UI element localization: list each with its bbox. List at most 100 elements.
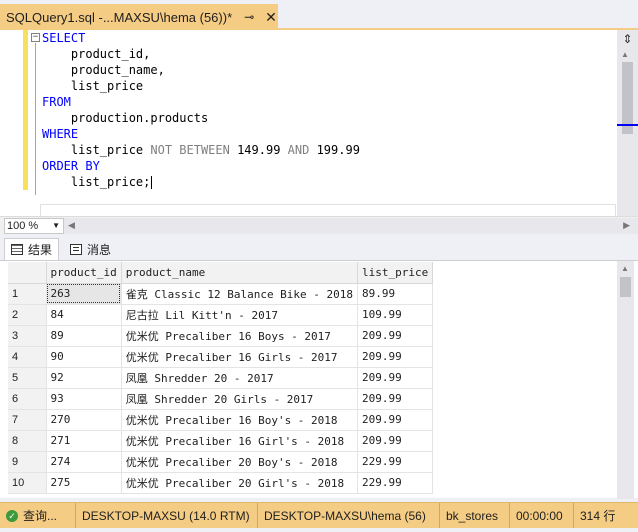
cell-product-name[interactable]: 凤凰 Shredder 20 - 2017 <box>121 367 359 389</box>
column-header-product-id[interactable]: product_id <box>46 262 122 284</box>
cell-list-price[interactable]: 209.99 <box>357 430 434 452</box>
row-number[interactable]: 6 <box>8 388 47 410</box>
cell-list-price[interactable]: 229.99 <box>357 451 434 473</box>
scroll-up-icon[interactable]: ▲ <box>621 50 629 59</box>
cell-list-price[interactable]: 209.99 <box>357 409 434 431</box>
sql-code[interactable]: SELECT product_id, product_name, list_pr… <box>42 30 360 190</box>
elapsed-time: 00:00:00 <box>510 502 574 529</box>
query-tab-title: SQLQuery1.sql -...MAXSU\hema (56))* <box>6 9 233 25</box>
window-bottom-edge <box>0 528 638 532</box>
cell-product-id[interactable]: 84 <box>46 304 122 326</box>
table-row[interactable]: 3 89 优米优 Precaliber 16 Boys - 2017 209.99 <box>8 325 434 347</box>
editor-vertical-scrollbar[interactable]: ⇕ ▲ <box>617 30 638 216</box>
code-line[interactable]: FROM <box>42 94 360 110</box>
cell-product-id[interactable]: 274 <box>46 451 122 473</box>
sql-number: 149.99 <box>229 143 288 157</box>
code-line[interactable]: production.products <box>42 110 360 126</box>
row-number[interactable]: 8 <box>8 430 47 452</box>
cell-product-id[interactable]: 89 <box>46 325 122 347</box>
sql-text: list_price <box>42 79 144 93</box>
results-vertical-scrollbar[interactable]: ▲ <box>617 261 634 499</box>
row-number[interactable]: 1 <box>8 283 47 305</box>
code-line[interactable]: list_price; <box>42 174 360 190</box>
cell-list-price[interactable]: 209.99 <box>357 367 434 389</box>
code-line[interactable]: ORDER BY <box>42 158 360 174</box>
close-icon[interactable]: ✕ <box>264 9 278 26</box>
server-info: DESKTOP-MAXSU (14.0 RTM) <box>76 502 258 529</box>
status-bar: ✓ 查询... DESKTOP-MAXSU (14.0 RTM) DESKTOP… <box>0 502 638 529</box>
scroll-right-icon[interactable]: ▶ <box>623 220 630 231</box>
cell-product-name[interactable]: 凤凰 Shredder 20 Girls - 2017 <box>121 388 359 410</box>
pin-icon[interactable]: ⊸ <box>242 10 256 24</box>
row-number[interactable]: 10 <box>8 472 47 494</box>
code-line[interactable]: WHERE <box>42 126 360 142</box>
sql-keyword: ORDER BY <box>42 159 100 173</box>
code-line[interactable]: list_price <box>42 78 360 94</box>
row-number[interactable]: 5 <box>8 367 47 389</box>
tab-messages[interactable]: 消息 <box>64 238 117 260</box>
row-number[interactable]: 2 <box>8 304 47 326</box>
cell-product-name[interactable]: 优米优 Precaliber 16 Boys - 2017 <box>121 325 359 347</box>
code-line[interactable]: product_id, <box>42 46 360 62</box>
cell-product-id[interactable]: 92 <box>46 367 122 389</box>
row-number[interactable]: 4 <box>8 346 47 368</box>
grid-corner[interactable] <box>8 262 47 284</box>
text-caret <box>151 176 153 189</box>
table-row[interactable]: 10 275 优米优 Precaliber 20 Girl's - 2018 229.… <box>8 472 434 494</box>
code-line[interactable]: list_price NOT BETWEEN 149.99 AND 199.99 <box>42 142 360 158</box>
sql-keyword: SELECT <box>42 31 86 45</box>
grid-icon <box>11 244 23 255</box>
cell-product-name[interactable]: 优米优 Precaliber 20 Girl's - 2018 <box>121 472 359 494</box>
cell-list-price[interactable]: 209.99 <box>357 325 434 347</box>
cell-list-price[interactable]: 89.99 <box>357 283 434 305</box>
cell-list-price[interactable]: 209.99 <box>357 346 434 368</box>
outline-line <box>35 43 36 195</box>
collapse-icon[interactable]: − <box>31 33 40 42</box>
tab-results[interactable]: 结果 <box>4 238 60 260</box>
cell-product-id[interactable]: 271 <box>46 430 122 452</box>
table-row[interactable]: 4 90 优米优 Precaliber 16 Girls - 2017 209.99 <box>8 346 434 368</box>
column-header-product-name[interactable]: product_name <box>121 262 359 284</box>
column-header-list-price[interactable]: list_price <box>357 262 434 284</box>
results-grid: product_id product_name list_price 1 263 雀… <box>8 262 434 494</box>
table-row[interactable]: 2 84 尼古拉 Lil Kitt'n - 2017 109.99 <box>8 304 434 326</box>
split-icon[interactable]: ⇕ <box>619 32 636 46</box>
cell-product-id[interactable]: 275 <box>46 472 122 494</box>
code-line[interactable]: product_name, <box>42 62 360 78</box>
table-row[interactable]: 5 92 凤凰 Shredder 20 - 2017 209.99 <box>8 367 434 389</box>
cell-list-price[interactable]: 209.99 <box>357 388 434 410</box>
cell-product-name[interactable]: 优米优 Precaliber 16 Boy's - 2018 <box>121 409 359 431</box>
cell-product-name[interactable]: 优米优 Precaliber 20 Boy's - 2018 <box>121 451 359 473</box>
chevron-down-icon: ▼ <box>52 221 60 230</box>
cell-product-id[interactable]: 270 <box>46 409 122 431</box>
cell-list-price[interactable]: 109.99 <box>357 304 434 326</box>
query-document-tab[interactable]: SQLQuery1.sql -...MAXSU\hema (56))* ⊸ ✕ <box>0 4 278 30</box>
editor-horizontal-scrollbar[interactable]: ◀ ▶ <box>64 218 638 234</box>
table-row[interactable]: 7 270 优米优 Precaliber 16 Boy's - 2018 209.99 <box>8 409 434 431</box>
results-scroll-thumb[interactable] <box>620 277 631 297</box>
cell-product-id[interactable]: 90 <box>46 346 122 368</box>
table-row[interactable]: 6 93 凤凰 Shredder 20 Girls - 2017 209.99 <box>8 388 434 410</box>
table-row[interactable]: 1 263 雀克 Classic 12 Balance Bike - 2018 89.… <box>8 283 434 305</box>
row-number[interactable]: 9 <box>8 451 47 473</box>
row-number[interactable]: 3 <box>8 325 47 347</box>
cell-product-name[interactable]: 优米优 Precaliber 16 Girls - 2017 <box>121 346 359 368</box>
row-number[interactable]: 7 <box>8 409 47 431</box>
table-row[interactable]: 8 271 优米优 Precaliber 16 Girl's - 2018 209.9… <box>8 430 434 452</box>
scroll-up-icon[interactable]: ▲ <box>621 264 629 273</box>
cell-product-id[interactable]: 263 <box>46 283 122 305</box>
table-row[interactable]: 9 274 优米优 Precaliber 20 Boy's - 2018 229.99 <box>8 451 434 473</box>
zoom-dropdown[interactable]: 100 % ▼ <box>4 218 64 234</box>
cell-product-name[interactable]: 优米优 Precaliber 16 Girl's - 2018 <box>121 430 359 452</box>
code-line[interactable]: SELECT <box>42 30 360 46</box>
sql-text: production.products <box>42 111 209 125</box>
cell-product-name[interactable]: 雀克 Classic 12 Balance Bike - 2018 <box>121 283 359 305</box>
tab-messages-label: 消息 <box>87 242 112 257</box>
scroll-left-icon[interactable]: ◀ <box>68 220 75 231</box>
query-status-icon: ✓ <box>6 509 18 522</box>
cell-product-id[interactable]: 93 <box>46 388 122 410</box>
query-editor[interactable]: − SELECT product_id, product_name, list_… <box>0 30 638 220</box>
cell-product-name[interactable]: 尼古拉 Lil Kitt'n - 2017 <box>121 304 359 326</box>
cell-list-price[interactable]: 229.99 <box>357 472 434 494</box>
change-tracking-bar <box>23 30 28 190</box>
